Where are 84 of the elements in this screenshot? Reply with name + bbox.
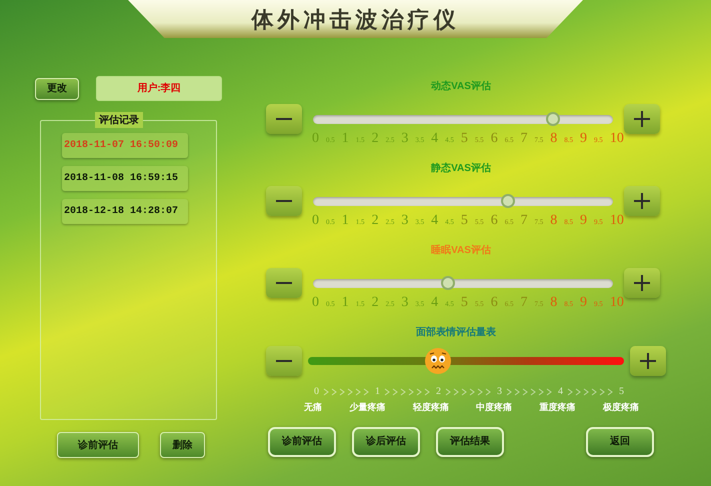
pain-label: 中度疼痛 <box>476 401 512 414</box>
plus-icon <box>634 193 650 209</box>
scale-number: 1 <box>342 294 349 312</box>
scale-number: 6 <box>490 294 498 312</box>
plus-button[interactable] <box>630 346 666 376</box>
minus-icon <box>276 282 292 284</box>
pre-assessment-button[interactable]: 诊前评估 <box>268 426 336 456</box>
minus-icon <box>276 360 292 362</box>
scale-number: 3 <box>401 212 408 230</box>
minus-icon <box>276 200 292 202</box>
pain-label: 轻度疼痛 <box>412 401 449 414</box>
scale-number: 1 <box>342 212 349 230</box>
slider-title: 静态VAS评估 <box>431 162 491 176</box>
worried-face-icon[interactable] <box>424 347 452 375</box>
scale-number: 0 <box>312 294 319 312</box>
scale-number: 6 <box>490 130 498 148</box>
scale-number: 2 <box>372 212 379 230</box>
minus-button[interactable] <box>266 186 302 216</box>
pain-label: 极度疼痛 <box>602 401 639 414</box>
change-button[interactable]: 更改 <box>35 78 79 100</box>
slider-title: 动态VAS评估 <box>431 80 491 94</box>
chevrons-icon <box>506 388 554 396</box>
records-title: 评估记录 <box>95 112 143 128</box>
scale-number: 4 <box>431 130 438 148</box>
pain-label: 重度疼痛 <box>540 401 576 414</box>
results-button[interactable]: 评估结果 <box>436 426 504 456</box>
scale-number: 10 <box>610 294 624 312</box>
scale-number: 7 <box>520 130 528 148</box>
scale-number: 10 <box>610 212 624 230</box>
plus-icon <box>640 353 656 369</box>
record-item[interactable]: 2018-12-18 14:28:07 <box>62 199 188 224</box>
slider-thumb[interactable] <box>546 112 560 126</box>
slider-thumb[interactable] <box>501 194 515 208</box>
scale-number: 6 <box>490 212 498 230</box>
plus-button[interactable] <box>624 104 660 134</box>
scale-number: 9 <box>580 130 588 148</box>
minus-button[interactable] <box>266 268 302 298</box>
scale-number: 8 <box>550 130 558 148</box>
scale-number: 4 <box>431 294 438 312</box>
scale-number: 0 <box>314 385 319 399</box>
app-title: 体外冲击波治疗仪 <box>252 6 460 34</box>
minus-icon <box>276 118 292 120</box>
chevrons-icon <box>384 388 432 396</box>
scale-number: 1 <box>375 385 380 399</box>
scale-number: 2 <box>372 294 379 312</box>
scale-number: 10 <box>610 130 624 148</box>
plus-icon <box>634 111 650 127</box>
chevrons-icon <box>323 388 371 396</box>
scale-number: 3 <box>401 294 408 312</box>
user-field: 用户:李四 <box>96 76 222 101</box>
scale-number: 8 <box>550 294 558 312</box>
pain-label: 少量疼痛 <box>349 401 386 414</box>
back-button[interactable]: 返回 <box>586 426 654 456</box>
scale-number: 3 <box>401 130 408 148</box>
scale-number: 5 <box>460 130 468 148</box>
slider-title: 睡眠VAS评估 <box>431 244 491 258</box>
scale-number: 8 <box>550 212 558 230</box>
scale-number: 5 <box>619 385 624 399</box>
scale-number: 7 <box>520 294 528 312</box>
scale-number: 2 <box>372 130 379 148</box>
minus-button[interactable] <box>266 104 302 134</box>
pain-label: 无痛 <box>304 401 322 414</box>
scale-number: 5 <box>460 212 468 230</box>
post-assessment-button[interactable]: 诊后评估 <box>352 426 420 456</box>
plus-icon <box>634 275 650 291</box>
plus-button[interactable] <box>624 268 660 298</box>
scale-number: 4 <box>558 385 563 399</box>
scale-number: 4 <box>431 212 438 230</box>
face-scale-title: 面部表情评估量表 <box>416 326 496 340</box>
scale-number: 9 <box>580 294 588 312</box>
scale-number: 2 <box>436 385 441 399</box>
slider-thumb[interactable] <box>441 276 455 290</box>
chevrons-icon <box>445 388 493 396</box>
delete-button[interactable]: 删除 <box>160 432 205 458</box>
scale-number: 7 <box>520 212 528 230</box>
plus-button[interactable] <box>624 186 660 216</box>
pre-assessment-button[interactable]: 诊前评估 <box>57 432 139 458</box>
chevrons-icon <box>567 388 615 396</box>
scale-number: 9 <box>580 212 588 230</box>
scale-number: 0 <box>312 212 319 230</box>
scale-number: 3 <box>497 385 502 399</box>
scale-number: 5 <box>460 294 468 312</box>
record-item[interactable]: 2018-11-08 16:59:15 <box>62 166 188 191</box>
minus-button[interactable] <box>266 346 302 376</box>
